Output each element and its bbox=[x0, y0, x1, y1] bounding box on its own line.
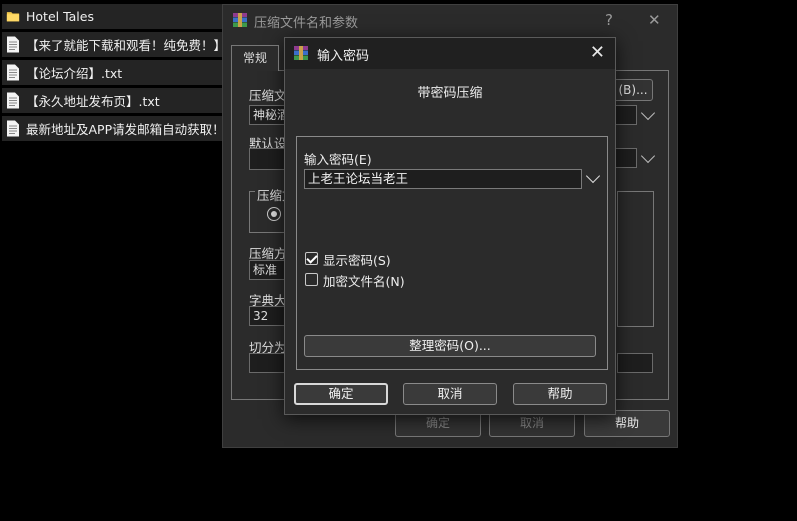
password-group: 输入密码(E) 上老王论坛当老王 显示密码(S) 加密文件名(N) 整理密码(O… bbox=[296, 136, 608, 370]
list-item-file[interactable]: 【来了就能下载和观看！纯免费！】.txt bbox=[2, 32, 234, 57]
show-password-label[interactable]: 显示密码(S) bbox=[323, 250, 391, 269]
help-title-button[interactable]: ? bbox=[605, 11, 613, 29]
password-dialog-title: 输入密码 bbox=[317, 49, 370, 64]
folder-icon bbox=[6, 12, 20, 22]
help-button[interactable]: 帮助 bbox=[513, 383, 607, 405]
password-input[interactable]: 上老王论坛当老王 bbox=[304, 169, 582, 189]
text-file-icon bbox=[7, 120, 19, 137]
profiles-button[interactable] bbox=[249, 148, 289, 170]
password-field-tail[interactable] bbox=[617, 353, 653, 373]
password-label: 输入密码(E) bbox=[304, 152, 372, 167]
organize-passwords-button[interactable]: 整理密码(O)... bbox=[304, 335, 596, 357]
show-password-checkbox[interactable] bbox=[305, 252, 318, 265]
update-mode-select[interactable] bbox=[615, 148, 637, 168]
list-item-label: 【永久地址发布页】.txt bbox=[26, 94, 160, 109]
winrar-icon bbox=[233, 13, 247, 27]
method-select[interactable]: 标准 bbox=[249, 260, 289, 280]
list-item-file[interactable]: 最新地址及APP请发邮箱自动获取！！ bbox=[2, 116, 234, 141]
chevron-down-icon[interactable] bbox=[585, 168, 601, 184]
list-item-label: Hotel Tales bbox=[26, 9, 94, 24]
browse-button[interactable]: (B)... bbox=[613, 79, 653, 101]
format-radio[interactable] bbox=[267, 207, 281, 221]
list-item-folder[interactable]: Hotel Tales bbox=[2, 4, 234, 29]
list-item-file[interactable]: 【论坛介绍】.txt bbox=[2, 60, 234, 85]
cancel-button[interactable]: 取消 bbox=[403, 383, 497, 405]
password-dialog-subtitle: 带密码压缩 bbox=[417, 86, 483, 101]
archive-name-field-tail[interactable] bbox=[615, 105, 637, 125]
winrar-icon bbox=[294, 46, 308, 60]
text-file-icon bbox=[7, 64, 19, 81]
password-dialog: 输入密码 ✕ 带密码压缩 输入密码(E) 上老王论坛当老王 显示密码(S) 加密… bbox=[284, 37, 616, 415]
split-select[interactable] bbox=[249, 353, 289, 373]
encrypt-filenames-label[interactable]: 加密文件名(N) bbox=[323, 271, 405, 290]
ok-button[interactable]: 确定 bbox=[294, 383, 388, 405]
dialog-title: 压缩文件名和参数 bbox=[254, 16, 359, 31]
encrypt-filenames-checkbox[interactable] bbox=[305, 273, 318, 286]
text-file-icon bbox=[7, 92, 19, 109]
dictionary-select[interactable]: 32 bbox=[249, 306, 289, 326]
list-item-label: 最新地址及APP请发邮箱自动获取！！ bbox=[26, 122, 234, 137]
archive-name-label: 压缩文 bbox=[249, 88, 287, 103]
tab-general[interactable]: 常规 bbox=[231, 45, 279, 71]
list-item-file[interactable]: 【永久地址发布页】.txt bbox=[2, 88, 234, 113]
list-item-label: 【论坛介绍】.txt bbox=[26, 66, 123, 81]
close-icon[interactable]: ✕ bbox=[590, 42, 605, 63]
archive-options-group bbox=[617, 191, 654, 327]
close-title-button[interactable]: ✕ bbox=[648, 11, 661, 29]
text-file-icon bbox=[7, 36, 19, 53]
list-item-label: 【来了就能下载和观看！纯免费！】.txt bbox=[26, 38, 234, 53]
